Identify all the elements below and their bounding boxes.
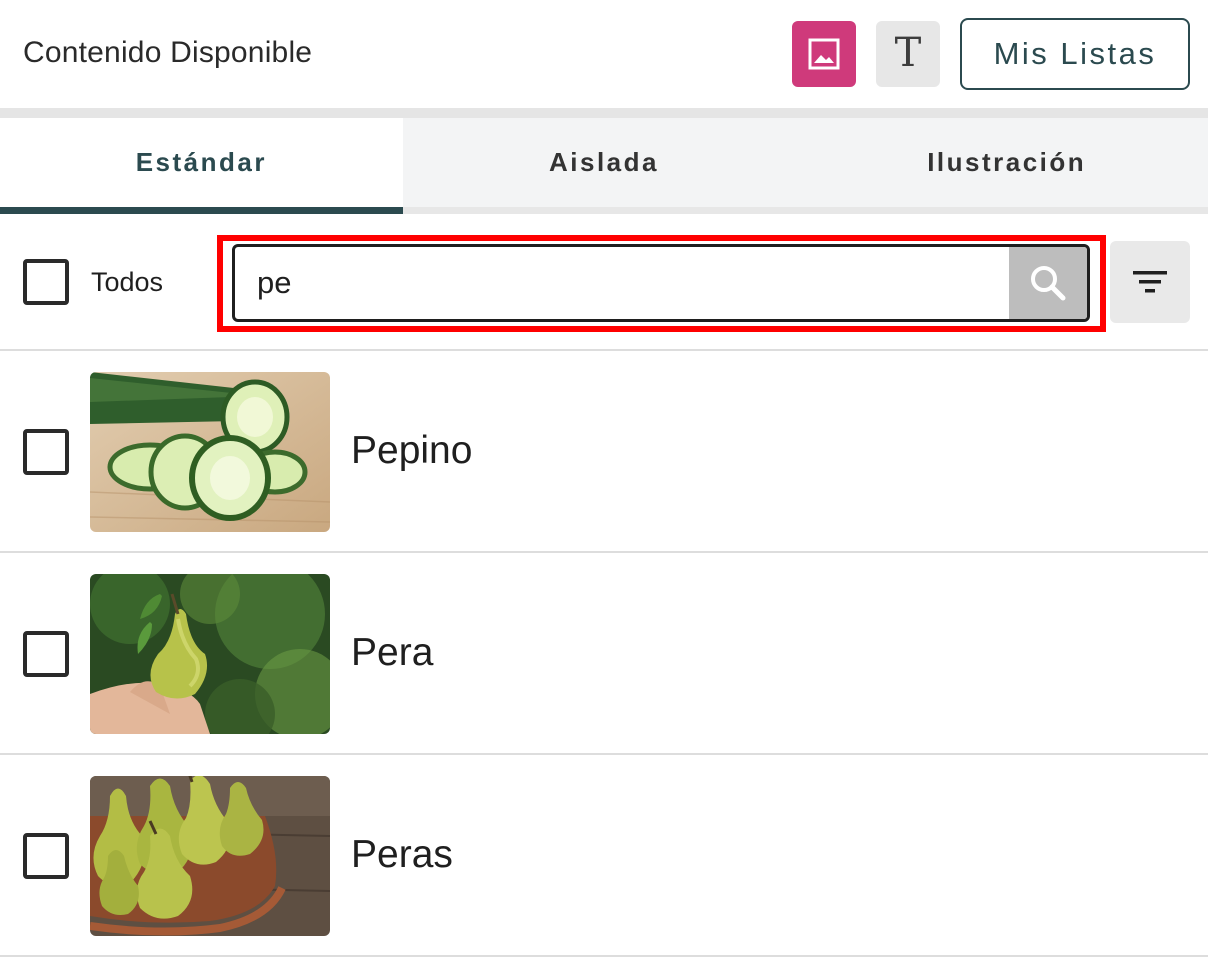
search-input[interactable] bbox=[235, 247, 1011, 319]
text-mode-button[interactable]: T bbox=[876, 21, 940, 87]
item-label: Peras bbox=[351, 833, 453, 876]
list-item[interactable]: Pera bbox=[0, 553, 1208, 755]
item-checkbox[interactable] bbox=[23, 631, 69, 677]
item-label: Pera bbox=[351, 631, 434, 674]
filter-icon bbox=[1133, 271, 1167, 293]
list-item[interactable]: Peras bbox=[0, 755, 1208, 957]
text-icon: T bbox=[894, 30, 922, 76]
tab-estandar[interactable]: Estándar bbox=[0, 118, 403, 214]
pear-in-hand-photo bbox=[90, 574, 330, 734]
select-all-checkbox[interactable] bbox=[23, 259, 69, 305]
page-title: Contenido Disponible bbox=[23, 36, 313, 69]
my-lists-button[interactable]: Mis Listas bbox=[960, 18, 1190, 90]
tab-aislada[interactable]: Aislada bbox=[402, 118, 806, 214]
item-label: Pepino bbox=[351, 429, 473, 472]
tab-ilustracion[interactable]: Ilustración bbox=[805, 118, 1208, 214]
select-all-label: Todos bbox=[91, 267, 164, 297]
image-mode-button[interactable] bbox=[792, 21, 856, 87]
header-divider bbox=[0, 108, 1208, 118]
item-checkbox[interactable] bbox=[23, 833, 69, 879]
list-item[interactable]: Pepino bbox=[0, 351, 1208, 553]
search-box bbox=[232, 244, 1090, 322]
item-checkbox[interactable] bbox=[23, 429, 69, 475]
search-button[interactable] bbox=[1009, 247, 1087, 319]
app-header: Contenido Disponible T Mis Listas bbox=[0, 0, 1208, 108]
image-icon bbox=[808, 38, 840, 70]
filter-button[interactable] bbox=[1110, 241, 1190, 323]
pears-in-bowl-photo bbox=[90, 776, 330, 936]
category-tabs: Estándar Aislada Ilustración bbox=[0, 118, 1208, 214]
search-toolbar: Todos bbox=[0, 214, 1208, 351]
search-icon bbox=[1031, 266, 1066, 301]
cucumber-photo bbox=[90, 372, 330, 532]
